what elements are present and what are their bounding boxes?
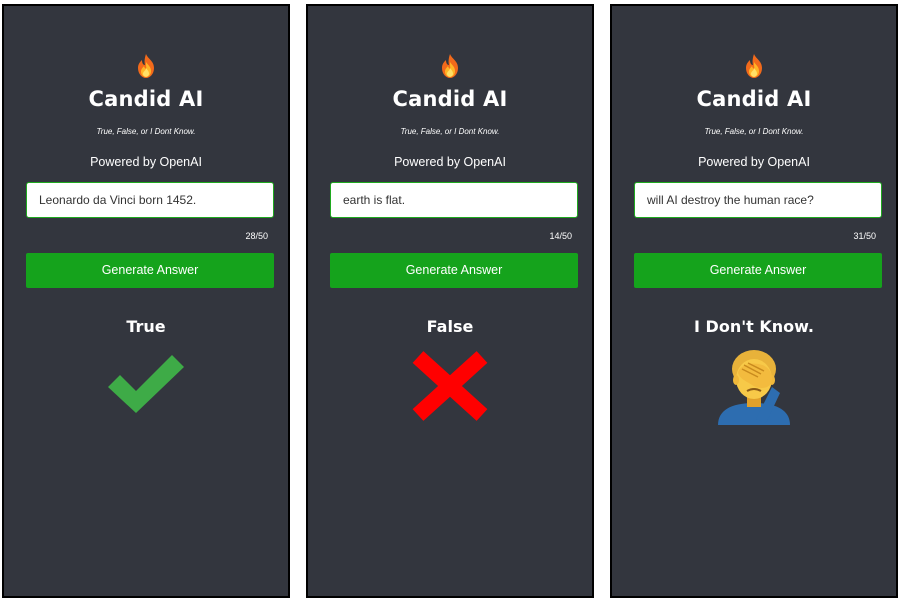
question-input[interactable]: earth is flat. [330,182,578,218]
app-panel-true: Candid AI True, False, or I Dont Know. P… [2,4,290,598]
facepalm-icon [612,349,896,425]
generate-answer-button[interactable]: Generate Answer [634,253,882,288]
answer-label: I Don't Know. [694,317,814,336]
fire-icon [308,53,592,81]
app-title: Candid AI [88,87,204,111]
answer-label: False [426,317,474,336]
char-count: 28/50 [245,231,268,241]
tagline: True, False, or I Dont Know. [704,127,804,136]
generate-answer-button[interactable]: Generate Answer [26,253,274,288]
app-title: Candid AI [696,87,812,111]
tagline: True, False, or I Dont Know. [400,127,500,136]
question-input[interactable]: Leonardo da Vinci born 1452. [26,182,274,218]
powered-by-label: Powered by OpenAI [698,155,810,169]
char-count: 31/50 [853,231,876,241]
app-panel-unknown: Candid AI True, False, or I Dont Know. P… [610,4,898,598]
powered-by-label: Powered by OpenAI [90,155,202,169]
generate-answer-button[interactable]: Generate Answer [330,253,578,288]
fire-icon [612,53,896,81]
powered-by-label: Powered by OpenAI [394,155,506,169]
fire-icon [4,53,288,81]
char-count: 14/50 [549,231,572,241]
app-title: Candid AI [392,87,508,111]
tagline: True, False, or I Dont Know. [96,127,196,136]
cross-icon [308,349,592,425]
checkmark-icon [4,349,288,425]
app-panel-false: Candid AI True, False, or I Dont Know. P… [306,4,594,598]
question-input[interactable]: will AI destroy the human race? [634,182,882,218]
answer-label: True [126,317,166,336]
